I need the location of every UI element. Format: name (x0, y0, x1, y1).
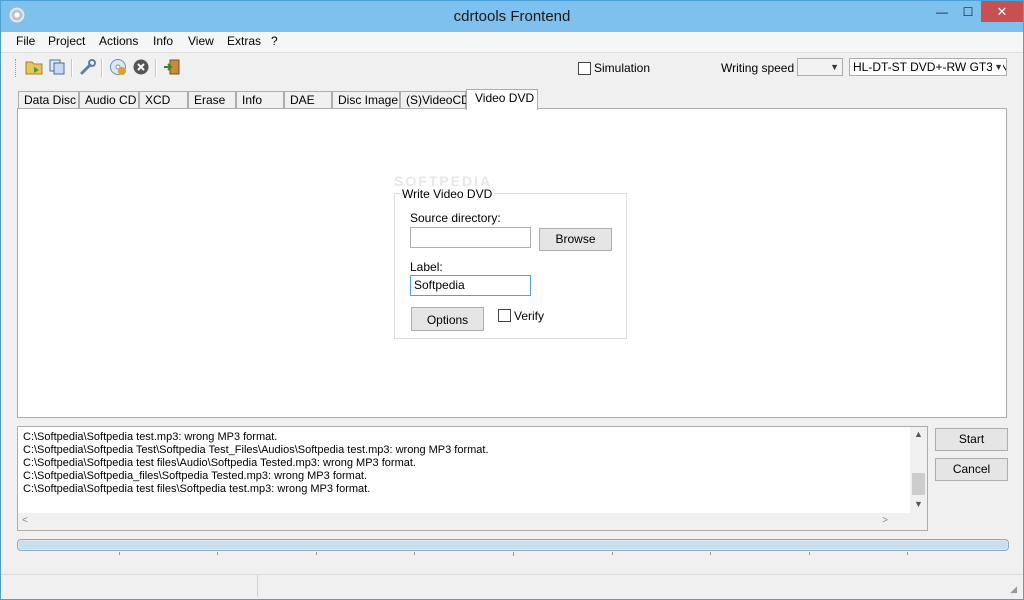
menu-info[interactable]: Info (153, 34, 173, 48)
tab-video-dvd[interactable]: Video DVD (466, 89, 538, 110)
app-window: cdrtools Frontend — ☐ ✕ File Project Act… (0, 0, 1024, 600)
verify-label: Verify (514, 309, 545, 323)
group-title: Write Video DVD (400, 187, 495, 201)
minimize-button[interactable]: — (929, 1, 955, 22)
open-project-icon[interactable] (25, 58, 43, 76)
tab-info[interactable]: Info (236, 91, 284, 109)
toolbar-separator (155, 59, 157, 77)
menu-file[interactable]: File (16, 34, 35, 48)
tab-dae[interactable]: DAE (284, 91, 332, 109)
scroll-left-icon[interactable]: < (22, 515, 28, 526)
tab-data-disc[interactable]: Data Disc (18, 91, 79, 109)
menu-actions[interactable]: Actions (99, 34, 138, 48)
menu-project[interactable]: Project (48, 34, 85, 48)
writing-speed-select[interactable]: ▼ (797, 58, 843, 76)
toolbar: Simulation Writing speed ▼ HL-DT-ST DVD+… (1, 53, 1023, 83)
simulation-checkbox[interactable] (578, 62, 591, 75)
verify-checkbox[interactable] (498, 309, 511, 322)
tab-strip: Data Disc Audio CD XCD Erase Info DAE Di… (18, 89, 1008, 110)
window-title: cdrtools Frontend (453, 8, 571, 25)
log-output[interactable]: C:\Softpedia\Softpedia test.mp3: wrong M… (17, 426, 928, 531)
resize-grip-icon[interactable]: ◢ (1010, 584, 1017, 595)
toolbar-grip[interactable] (15, 59, 18, 77)
cancel-icon[interactable] (132, 58, 150, 76)
status-pane (1, 575, 258, 597)
log-horizontal-scrollbar[interactable]: < > (18, 513, 910, 530)
drive-value: HL-DT-ST DVD+-RW GT32N (853, 60, 1007, 74)
copy-icon[interactable] (48, 58, 66, 76)
status-bar: ◢ (1, 552, 1023, 599)
log-line: C:\Softpedia\Softpedia_files\Softpedia T… (23, 470, 368, 482)
menu-help[interactable]: ? (271, 34, 278, 48)
menu-extras[interactable]: Extras (227, 34, 261, 48)
browse-button[interactable]: Browse (539, 228, 612, 251)
tab-audio-cd[interactable]: Audio CD (79, 91, 139, 109)
scroll-down-icon[interactable]: ▼ (914, 499, 923, 509)
toolbar-separator (101, 59, 103, 77)
writing-speed-label: Writing speed (721, 61, 795, 75)
scroll-up-icon[interactable]: ▲ (914, 429, 923, 439)
source-directory-label: Source directory: (410, 211, 501, 225)
source-directory-input[interactable] (410, 227, 531, 248)
progress-bar (17, 539, 1009, 551)
log-line: C:\Softpedia\Softpedia test files\Audio\… (23, 457, 416, 469)
drive-select[interactable]: HL-DT-ST DVD+-RW GT32N ▼ (849, 58, 1007, 76)
label-input[interactable]: Softpedia (410, 275, 531, 296)
menu-view[interactable]: View (188, 34, 214, 48)
log-line: C:\Softpedia\Softpedia Test\Softpedia Te… (23, 444, 489, 456)
menu-bar: File Project Actions Info View Extras ? (1, 32, 1023, 53)
burn-disc-icon[interactable] (109, 58, 127, 76)
simulation-label: Simulation (594, 61, 651, 75)
cancel-button[interactable]: Cancel (935, 458, 1008, 481)
tab-svideocd[interactable]: (S)VideoCD (400, 91, 470, 109)
exit-icon[interactable] (163, 58, 181, 76)
start-button[interactable]: Start (935, 428, 1008, 451)
log-vertical-scrollbar[interactable]: ▲ ▼ (910, 427, 927, 514)
title-bar[interactable]: cdrtools Frontend — ☐ ✕ (1, 1, 1023, 32)
status-ruler (1, 552, 1023, 575)
chevron-down-icon: ▼ (830, 62, 839, 72)
toolbar-separator (71, 59, 73, 77)
log-line: C:\Softpedia\Softpedia test.mp3: wrong M… (23, 431, 278, 443)
maximize-button[interactable]: ☐ (955, 1, 981, 22)
settings-icon[interactable] (79, 58, 97, 76)
label-field-label: Label: (410, 260, 443, 274)
tab-erase[interactable]: Erase (188, 91, 236, 109)
close-button[interactable]: ✕ (981, 1, 1023, 22)
progress-fill (19, 541, 1007, 549)
status-pane (258, 575, 1023, 597)
scroll-corner (910, 513, 927, 530)
scroll-thumb[interactable] (912, 473, 925, 495)
scroll-right-icon[interactable]: > (882, 515, 888, 526)
log-line: C:\Softpedia\Softpedia test files\Softpe… (23, 483, 371, 495)
chevron-down-icon: ▼ (992, 62, 1003, 72)
tab-xcd[interactable]: XCD (139, 91, 188, 109)
options-button[interactable]: Options (411, 307, 484, 331)
tab-disc-image[interactable]: Disc Image (332, 91, 400, 109)
